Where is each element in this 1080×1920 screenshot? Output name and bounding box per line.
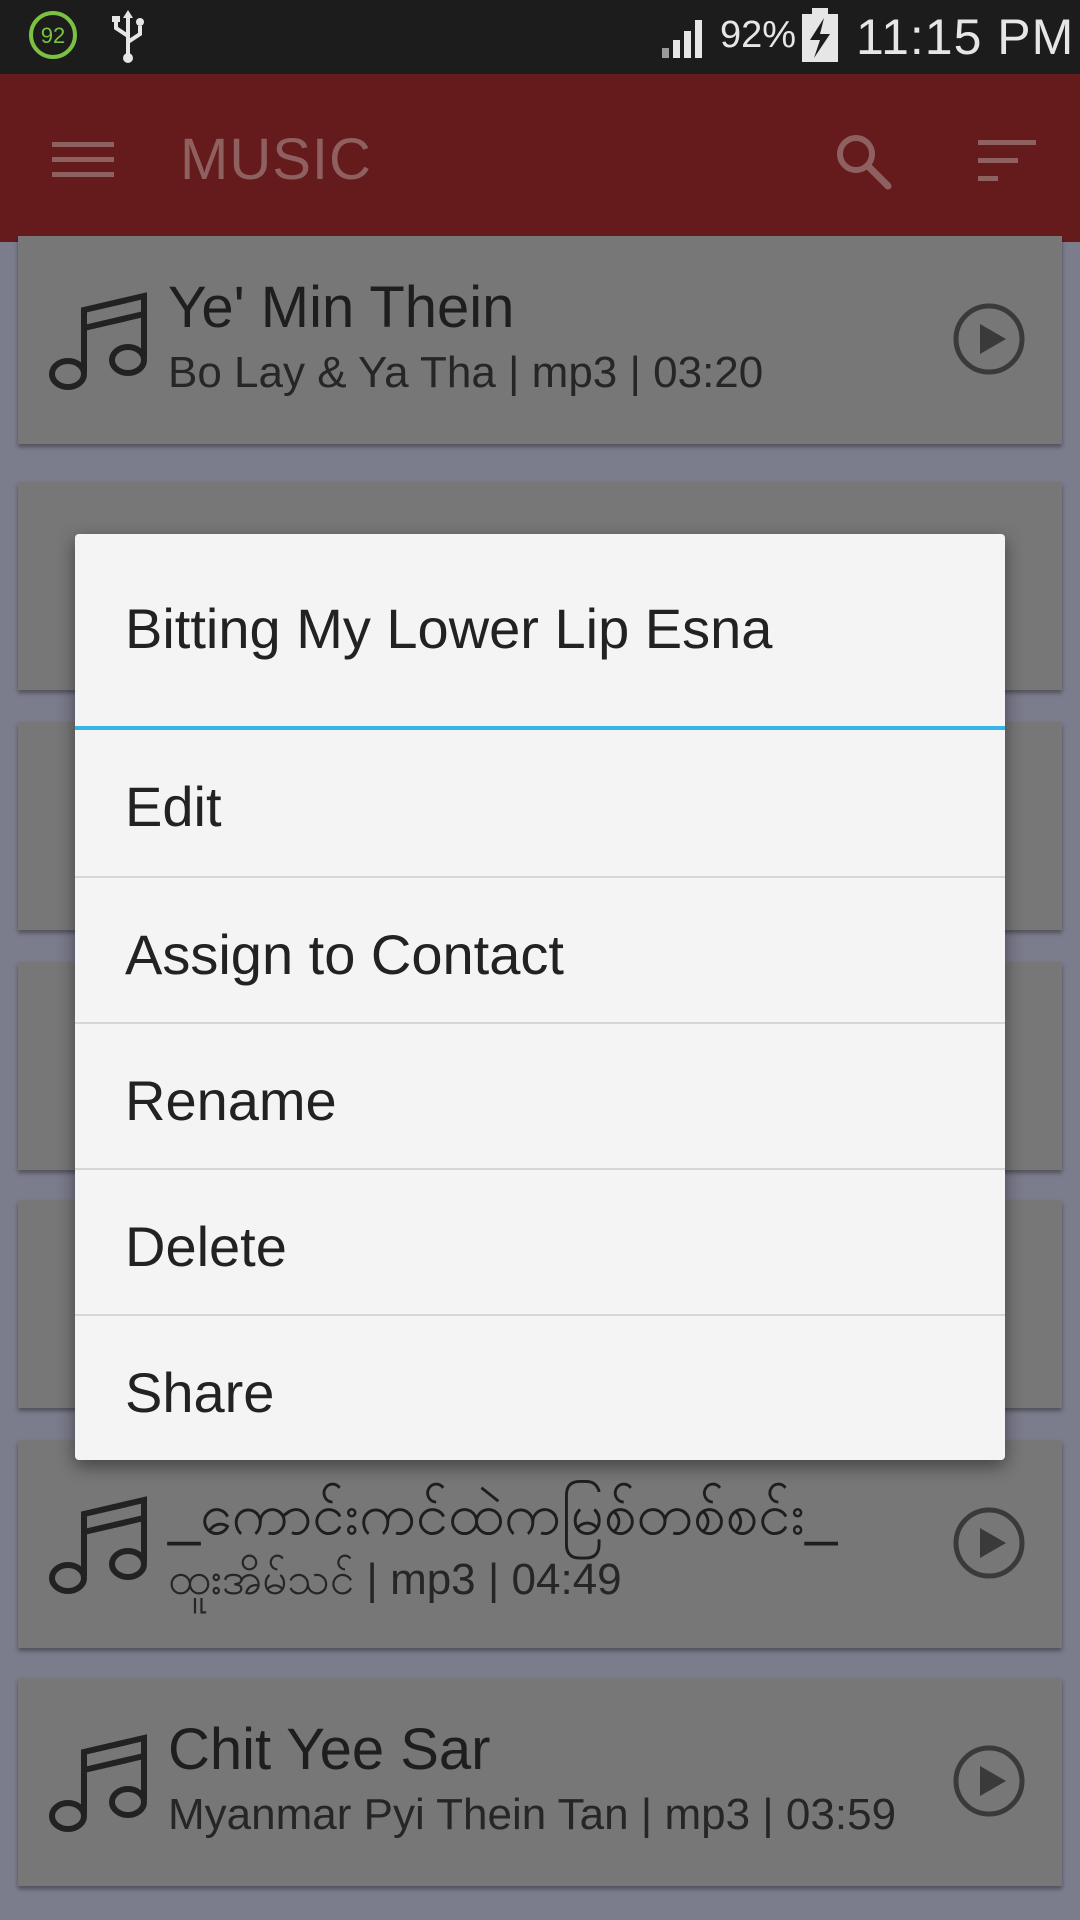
music-note-icon [49, 1734, 147, 1832]
menu-item-label: Edit [125, 775, 222, 838]
play-icon[interactable] [952, 1506, 1026, 1580]
clock: 11:15 PM [856, 9, 1075, 65]
play-icon[interactable] [952, 1744, 1026, 1818]
song-title: _ကောင်းကင်ထဲကမြစ်တစ်စင်း_ [168, 1482, 838, 1547]
music-note-icon [49, 1496, 147, 1594]
music-note-icon [49, 292, 147, 390]
badge-number: 92 [41, 23, 65, 48]
search-icon[interactable] [834, 132, 892, 190]
signal-icon [662, 20, 702, 58]
menu-item-label: Share [125, 1361, 275, 1424]
menu-item-edit[interactable]: Edit [75, 730, 1005, 876]
sort-icon[interactable] [978, 138, 1038, 184]
song-item[interactable]: Ye' Min Thein Bo Lay & Ya Tha | mp3 | 03… [18, 236, 1062, 444]
song-subtitle: ထူးအိမ်သင် | mp3 | 04:49 [168, 1555, 622, 1604]
status-bar: 92 92% 11:15 PM [0, 0, 1080, 74]
song-item[interactable]: _ကောင်းကင်ထဲကမြစ်တစ်စင်း_ ထူးအိမ်သင် | m… [18, 1440, 1062, 1648]
dialog-title: Bitting My Lower Lip Esna [125, 597, 773, 660]
song-item[interactable]: Chit Yee Sar Myanmar Pyi Thein Tan | mp3… [18, 1678, 1062, 1886]
menu-item-assign-to-contact[interactable]: Assign to Contact [75, 878, 1005, 1024]
menu-item-label: Assign to Contact [125, 923, 564, 986]
page-title: MUSIC [180, 127, 372, 192]
app-bar [0, 74, 1080, 242]
battery-percent: 92% [720, 14, 797, 56]
menu-item-label: Rename [125, 1069, 337, 1132]
song-subtitle: Bo Lay & Ya Tha | mp3 | 03:20 [168, 348, 764, 397]
play-icon[interactable] [952, 302, 1026, 376]
song-subtitle: Myanmar Pyi Thein Tan | mp3 | 03:59 [168, 1790, 897, 1839]
menu-item-delete[interactable]: Delete [75, 1170, 1005, 1316]
menu-icon[interactable] [52, 140, 114, 180]
battery-charging-icon [802, 8, 838, 62]
song-title: Chit Yee Sar [168, 1717, 491, 1782]
usb-icon [112, 10, 144, 63]
context-menu-dialog: Bitting My Lower Lip Esna Edit Assign to… [75, 534, 1005, 1460]
song-title: Ye' Min Thein [168, 275, 515, 340]
menu-item-label: Delete [125, 1215, 287, 1278]
notification-badge-icon: 92 [29, 11, 77, 59]
menu-item-share[interactable]: Share [75, 1316, 1005, 1462]
menu-item-rename[interactable]: Rename [75, 1024, 1005, 1170]
